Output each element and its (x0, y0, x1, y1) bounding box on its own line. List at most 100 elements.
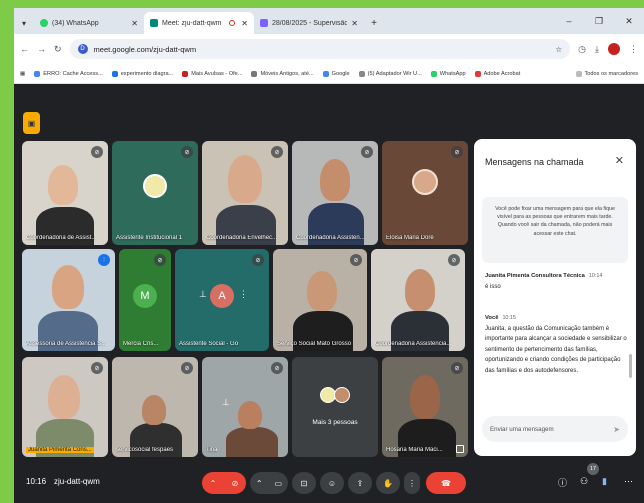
info-icon[interactable]: ⓘ (558, 476, 567, 489)
tab-strip: ▾ (34) WhatsApp ✕ Meet: zju-datt-qwm ✕ 2… (14, 8, 644, 34)
mic-off-icon: ⊘ (451, 146, 463, 158)
mic-off-icon: ⊘ (361, 146, 373, 158)
bookmark-star-icon[interactable]: ☆ (555, 45, 562, 54)
participant-tile[interactable]: ⊘ servicosocial fespaes (112, 357, 198, 457)
bookmark-item[interactable]: Adobe Acrobat (474, 70, 520, 77)
chat-input[interactable]: Enviar uma mensagem ➤ (482, 416, 628, 442)
participant-tile[interactable]: ⊘ Hosana Maria Maci... (382, 357, 468, 457)
hand-icon: ✋ (383, 478, 393, 488)
participant-tile[interactable]: ⊘ Coordenadoria Envelhec... (202, 141, 288, 245)
participant-name: Coordenadoria Assistencia... (375, 341, 452, 347)
close-icon[interactable]: ✕ (131, 19, 138, 28)
raise-hand-button[interactable]: ✋ (376, 472, 400, 494)
people-icon[interactable]: ⚇ (580, 476, 588, 487)
message-text: é isso (485, 283, 501, 290)
chat-title: Mensagens na chamada (485, 157, 584, 167)
message-sender: Juanita Pimenta Consultora Técnica (485, 273, 585, 279)
address-bar[interactable]: D meet.google.com/zju-datt-qwm ☆ (69, 39, 571, 59)
tab-whatsapp[interactable]: (34) WhatsApp ✕ (34, 12, 144, 34)
chat-notice: Você pode fixar uma mensagem para que el… (482, 197, 628, 263)
captions-icon: ⊡ (300, 478, 308, 488)
bookmark-item[interactable]: Móveis Antigos, até... (251, 70, 314, 77)
apps-icon[interactable]: ▦ (20, 71, 25, 77)
mic-off-icon: ⊘ (181, 146, 193, 158)
chat-message: Você 10:15 Juanita, a questão da Comunica… (485, 313, 627, 376)
chevron-up-icon[interactable]: ⌃ (210, 479, 217, 488)
pin-icon[interactable]: ⊥ (199, 289, 207, 300)
all-bookmarks[interactable]: Todos os marcadores (575, 70, 638, 77)
tab-meet[interactable]: Meet: zju-datt-qwm ✕ (144, 12, 254, 34)
participant-name: servicosocial fespaes (116, 447, 174, 453)
new-tab-button[interactable]: + (364, 12, 384, 34)
present-button[interactable]: ⇪ (348, 472, 372, 494)
more-people-label: Mais 3 pessoas (312, 419, 358, 426)
participant-tile[interactable]: ⊘ Assistente Institucional 1 (112, 141, 198, 245)
forward-icon[interactable]: → (37, 44, 46, 54)
participant-tile[interactable]: ⊘ Coordenadoria de Assist... (22, 141, 108, 245)
bookmark-item[interactable]: Mais Avulsas - Ofe... (182, 70, 242, 77)
emoji-button[interactable]: ☺ (320, 472, 344, 494)
chat-icon[interactable]: ▮ (602, 476, 607, 487)
chat-message: Juanita Pimenta Consultora Técnica 10:14 … (485, 271, 627, 292)
close-icon[interactable]: ✕ (241, 19, 248, 28)
participant-tile[interactable]: ⊘ Coordenadoria Assisten... (292, 141, 378, 245)
reload-icon[interactable]: ↻ (54, 44, 62, 55)
participant-tile[interactable]: ⫶ Assessoria de Assistencia S... (22, 249, 115, 351)
control-bar: 10:16 zju-datt-qwm ⌃ ⊘ ⌃ ▭ ⊡ ☺ ⇪ ✋ ⋮ ☎ ⓘ… (14, 463, 644, 503)
chevron-up-icon[interactable]: ⌃ (256, 479, 263, 488)
participant-tile[interactable]: ⊘ Serviço Social Mato Grosso (273, 249, 367, 351)
send-icon[interactable]: ➤ (613, 425, 620, 434)
tab-title: Meet: zju-datt-qwm (162, 19, 222, 27)
mic-off-icon: ⊘ (231, 478, 239, 488)
bookmark-item[interactable]: WhatsApp (430, 70, 466, 77)
participant-tile[interactable]: ⊘ Coordenadoria Assistencia... (371, 249, 465, 351)
url-text: meet.google.com/zju-datt-qwm (93, 44, 197, 54)
participant-name: Assistente Institucional 1 (116, 235, 183, 241)
host-controls-button[interactable]: ▣ (23, 112, 40, 134)
mic-off-icon: ⊘ (154, 254, 166, 266)
more-participants-tile[interactable]: Mais 3 pessoas (292, 357, 378, 457)
more-options-icon[interactable]: ⋮ (239, 289, 248, 300)
mic-off-icon: ⊘ (271, 146, 283, 158)
profile-avatar[interactable] (608, 43, 620, 55)
more-options-button[interactable]: ⋮ (404, 472, 420, 494)
chat-scrollbar[interactable] (629, 354, 632, 378)
participant-tile[interactable]: ⊘ Juanita Pimenta Cons... (22, 357, 108, 457)
bookmark-item[interactable]: Google (322, 70, 350, 77)
back-icon[interactable]: ← (20, 44, 29, 54)
participant-name: Coordenadoria Assisten... (296, 235, 365, 241)
history-icon[interactable]: ◷ (578, 44, 586, 55)
recording-icon (229, 20, 236, 26)
microphone-button[interactable]: ⌃ ⊘ (202, 472, 246, 494)
pin-icon[interactable]: ⊥ (222, 397, 230, 408)
meet-stage: ▣ ⊘ Coordenadoria de Assist... ⊘ Assiste… (14, 85, 644, 503)
tab-supervisao[interactable]: 28/08/2025 - Supervisão Técnica ✕ (254, 12, 364, 34)
participant-tile[interactable]: ⊥ ⊘ Tina (202, 357, 288, 457)
extensions-area: ◷ ⤓ ⋮ (578, 43, 638, 55)
bookmark-item[interactable]: experimento diagra... (111, 70, 173, 77)
message-time: 10:15 (502, 315, 516, 321)
participant-tile[interactable]: ⊘ Eloisa Maria Doré (382, 141, 468, 245)
participant-name: Assessoria de Assistencia S... (26, 341, 107, 347)
mic-off-icon: ⊘ (181, 362, 193, 374)
mic-off-icon: ⊘ (271, 362, 283, 374)
participant-tile[interactable]: A ⊥ ⋮ ⊘ Assistente Social - Go (175, 249, 269, 351)
captions-button[interactable]: ⊡ (292, 472, 316, 494)
camera-button[interactable]: ⌃ ▭ (250, 472, 288, 494)
activities-icon[interactable]: ⋯ (624, 476, 633, 487)
restore-icon[interactable]: ❐ (584, 16, 614, 27)
close-icon[interactable]: ✕ (351, 19, 358, 28)
close-window-icon[interactable]: ✕ (614, 16, 644, 27)
minimize-icon[interactable]: – (554, 16, 584, 26)
emoji-icon: ☺ (327, 478, 337, 488)
fullscreen-icon[interactable] (456, 445, 464, 453)
menu-icon[interactable]: ⋮ (629, 44, 638, 55)
bookmark-item[interactable]: ERRO: Cache Access... (34, 70, 103, 77)
tab-search-button[interactable]: ▾ (14, 12, 34, 34)
bookmark-item[interactable]: (5) Adaptador Wir U... (358, 70, 422, 77)
leave-call-button[interactable]: ☎ (426, 472, 466, 494)
site-info-icon[interactable]: D (77, 44, 88, 54)
download-icon[interactable]: ⤓ (595, 44, 599, 55)
close-icon[interactable]: ✕ (615, 154, 624, 167)
participant-tile[interactable]: M ⊘ Mercia Cris... (119, 249, 171, 351)
